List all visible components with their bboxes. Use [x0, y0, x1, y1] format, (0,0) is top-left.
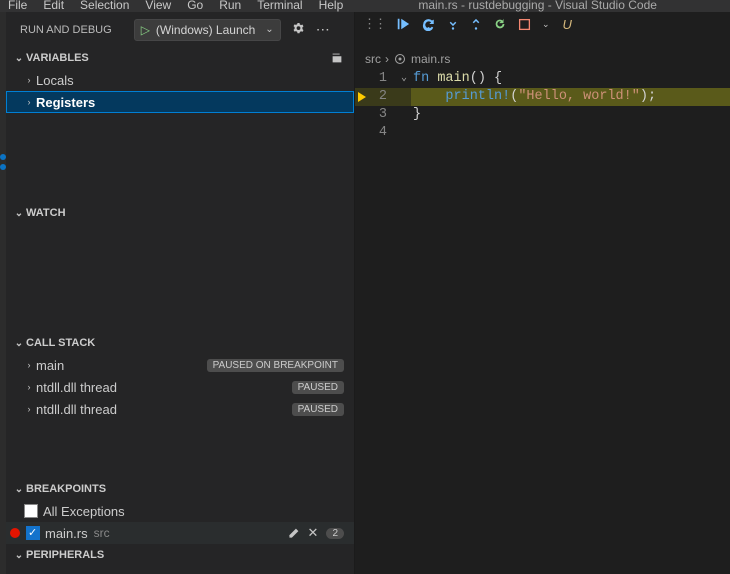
callstack-status: PAUSED: [292, 381, 344, 394]
breakpoints-label: BREAKPOINTS: [26, 483, 106, 495]
run-and-debug-sidebar: RUN AND DEBUG ▷ (Windows) Launch ⌄ ⋯ ⌄ V…: [6, 12, 355, 574]
line-number[interactable]: 1: [369, 70, 397, 88]
restart-icon[interactable]: [493, 17, 507, 31]
section-callstack[interactable]: ⌄ CALL STACK: [6, 332, 354, 354]
activity-bar: [0, 12, 6, 574]
fold-icon[interactable]: ⌄: [397, 70, 411, 88]
code-line[interactable]: 1⌄fn main() {: [355, 70, 730, 88]
code-line[interactable]: 3}: [355, 106, 730, 124]
breakpoint-line-badge: 2: [326, 528, 344, 539]
step-out-icon[interactable]: [470, 17, 482, 31]
breakpoint-item[interactable]: main.rs src ✕ 2: [6, 522, 354, 544]
launch-config-name: (Windows) Launch: [156, 23, 255, 37]
breadcrumb[interactable]: src › main.rs: [355, 48, 730, 70]
callstack-item-main[interactable]: › main PAUSED ON BREAKPOINT: [6, 354, 354, 376]
rust-file-icon: [393, 52, 407, 66]
menu-edit[interactable]: Edit: [35, 0, 72, 10]
chevron-right-icon: ›: [22, 75, 36, 85]
drag-handle-icon[interactable]: ⋮⋮: [363, 16, 385, 32]
gear-icon[interactable]: [291, 22, 306, 37]
debug-toolbar[interactable]: ⋮⋮ ⌄ U: [355, 12, 730, 36]
section-watch[interactable]: ⌄ WATCH: [6, 202, 354, 224]
callstack-item-thread[interactable]: › ntdll.dll thread PAUSED: [6, 398, 354, 420]
breakpoint-checkbox[interactable]: [26, 526, 40, 540]
menu-go[interactable]: Go: [179, 0, 211, 10]
menu-help[interactable]: Help: [311, 0, 352, 10]
line-number[interactable]: 2: [369, 88, 397, 106]
breadcrumb-file[interactable]: main.rs: [411, 52, 450, 66]
code-line[interactable]: 2 println!("Hello, world!");: [355, 88, 730, 106]
launch-config-selector[interactable]: ▷ (Windows) Launch ⌄: [134, 19, 281, 41]
variable-locals[interactable]: › Locals: [6, 69, 354, 91]
chevron-right-icon: ›: [22, 404, 36, 414]
section-peripherals[interactable]: ⌄ PERIPHERALS: [6, 544, 354, 566]
menu-run[interactable]: Run: [211, 0, 249, 10]
step-over-icon[interactable]: [421, 17, 436, 31]
breakpoint-dot-icon: [10, 528, 20, 538]
collapse-all-icon[interactable]: [330, 51, 344, 65]
callstack-status: PAUSED ON BREAKPOINT: [207, 359, 344, 372]
edit-icon[interactable]: [287, 527, 300, 540]
chevron-right-icon: ›: [22, 97, 36, 107]
breakpoint-all-exceptions[interactable]: All Exceptions: [6, 500, 354, 522]
variable-registers[interactable]: › Registers: [6, 91, 354, 113]
modified-indicator: U: [563, 17, 572, 32]
menu-view[interactable]: View: [137, 0, 179, 10]
breadcrumb-folder[interactable]: src: [365, 52, 381, 66]
chevron-right-icon: ›: [22, 360, 36, 370]
close-icon[interactable]: ✕: [308, 525, 319, 541]
current-line-icon: [358, 92, 366, 102]
chevron-down-icon: ⌄: [12, 484, 26, 495]
continue-icon[interactable]: [396, 17, 410, 31]
step-into-icon[interactable]: [447, 17, 459, 31]
chevron-right-icon: ›: [385, 52, 389, 66]
chevron-down-icon: ⌄: [12, 53, 26, 64]
menu-terminal[interactable]: Terminal: [249, 0, 310, 10]
stop-icon[interactable]: [518, 18, 531, 31]
more-icon[interactable]: ⋯: [316, 21, 330, 38]
line-number[interactable]: 4: [369, 124, 397, 142]
menu-selection[interactable]: Selection: [72, 0, 137, 10]
editor: ⋮⋮ ⌄ U src ›: [355, 12, 730, 574]
peripherals-label: PERIPHERALS: [26, 549, 104, 561]
chevron-down-icon: ⌄: [12, 338, 26, 349]
window-title: main.rs - rustdebugging - Visual Studio …: [351, 0, 724, 10]
section-breakpoints[interactable]: ⌄ BREAKPOINTS: [6, 478, 354, 500]
section-variables[interactable]: ⌄ VARIABLES: [6, 47, 354, 69]
toolbar-chevron-icon[interactable]: ⌄: [542, 19, 550, 30]
menu-file[interactable]: File: [0, 0, 35, 10]
code-line[interactable]: 4: [355, 124, 730, 142]
code-editor[interactable]: 1⌄fn main() {2 println!("Hello, world!")…: [355, 70, 730, 142]
callstack-label: CALL STACK: [26, 337, 95, 349]
start-debugging-icon[interactable]: ▷: [141, 23, 150, 37]
chevron-down-icon: ⌄: [12, 550, 26, 561]
callstack-item-thread[interactable]: › ntdll.dll thread PAUSED: [6, 376, 354, 398]
line-number[interactable]: 3: [369, 106, 397, 124]
chevron-down-icon[interactable]: ⌄: [265, 24, 273, 35]
callstack-status: PAUSED: [292, 403, 344, 416]
chevron-down-icon: ⌄: [12, 208, 26, 219]
menubar: File Edit Selection View Go Run Terminal…: [0, 0, 730, 12]
variables-label: VARIABLES: [26, 52, 89, 64]
all-exceptions-checkbox[interactable]: [24, 504, 38, 518]
chevron-right-icon: ›: [22, 382, 36, 392]
watch-label: WATCH: [26, 207, 66, 219]
sidebar-title: RUN AND DEBUG: [20, 24, 112, 36]
